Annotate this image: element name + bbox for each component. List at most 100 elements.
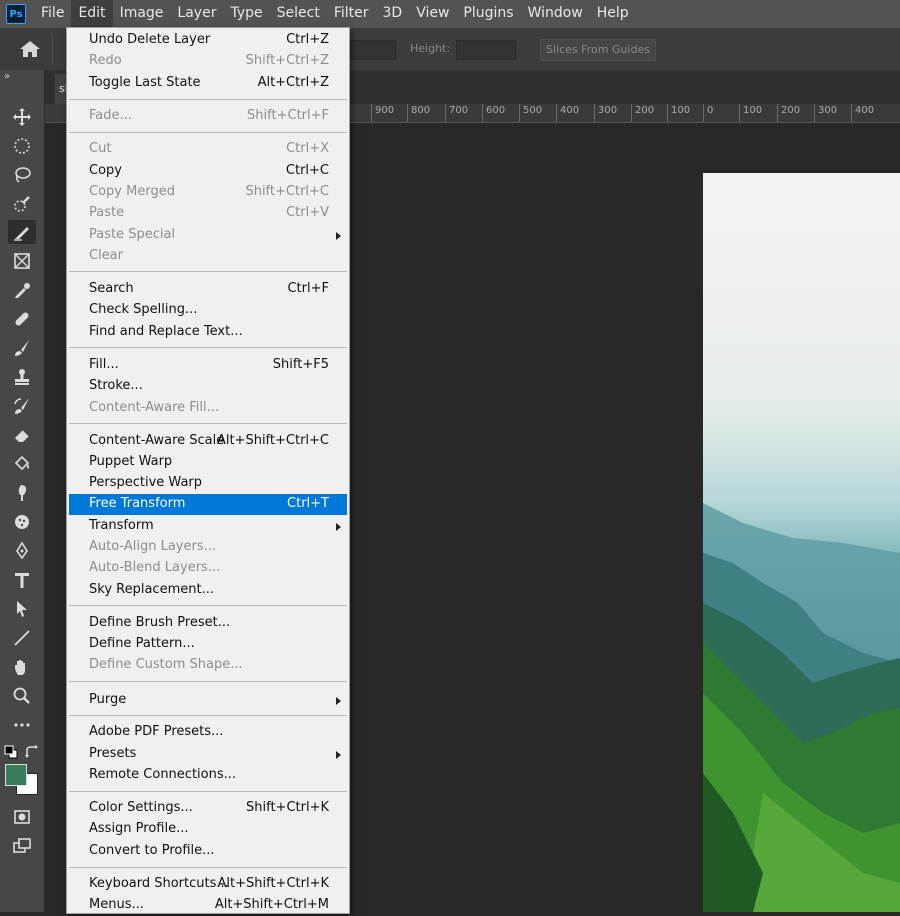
menu-item-paste-special[interactable]: Paste Special bbox=[69, 225, 347, 246]
menu-separator bbox=[69, 271, 347, 272]
menu-item-adobe-pdf-presets[interactable]: Adobe PDF Presets... bbox=[69, 722, 347, 743]
move-tool-icon[interactable] bbox=[8, 105, 36, 129]
zoom-tool-icon[interactable] bbox=[8, 684, 36, 708]
ruler-label: 300 bbox=[818, 105, 838, 116]
menu-item-redo[interactable]: Redo Shift+Ctrl+Z bbox=[69, 51, 347, 72]
menu-item-cut[interactable]: Cut Ctrl+X bbox=[69, 139, 347, 160]
home-icon[interactable] bbox=[18, 39, 42, 59]
paint-bucket-tool-icon[interactable] bbox=[8, 452, 36, 476]
path-select-tool-icon[interactable] bbox=[8, 597, 36, 621]
menu-item-color-settings[interactable]: Color Settings... Shift+Ctrl+K bbox=[69, 798, 347, 819]
menu-item-stroke[interactable]: Stroke... bbox=[69, 376, 347, 397]
slices-from-guides-button[interactable]: Slices From Guides bbox=[540, 39, 656, 61]
menu-bar: Ps File Edit Image Layer Type Select Fil… bbox=[0, 0, 900, 28]
menu-separator bbox=[69, 132, 347, 133]
healing-brush-tool-icon[interactable] bbox=[8, 307, 36, 331]
type-tool-icon[interactable] bbox=[8, 568, 36, 592]
menu-window[interactable]: Window bbox=[521, 0, 590, 28]
menu-file[interactable]: File bbox=[34, 0, 71, 28]
menu-select[interactable]: Select bbox=[270, 0, 327, 28]
menu-view[interactable]: View bbox=[409, 0, 456, 28]
menu-3d[interactable]: 3D bbox=[376, 0, 410, 28]
hand-tool-icon[interactable] bbox=[8, 655, 36, 679]
menu-item-keyboard-shortcuts[interactable]: Keyboard Shortcuts... Alt+Shift+Ctrl+K bbox=[69, 874, 347, 895]
menu-layer[interactable]: Layer bbox=[170, 0, 223, 28]
edit-menu-dropdown: Undo Delete Layer Ctrl+Z Redo Shift+Ctrl+Z… bbox=[66, 27, 350, 914]
lasso-tool-icon[interactable] bbox=[8, 163, 36, 187]
menu-item-toggle-last-state[interactable]: Toggle Last State Alt+Ctrl+Z bbox=[69, 73, 347, 94]
quick-mask-icon[interactable] bbox=[8, 805, 36, 829]
menu-item-convert-to-profile[interactable]: Convert to Profile... bbox=[69, 841, 347, 862]
menu-item-content-aware-scale[interactable]: Content-Aware Scale Alt+Shift+Ctrl+C bbox=[69, 431, 347, 452]
menu-separator bbox=[69, 605, 347, 606]
clone-stamp-tool-icon[interactable] bbox=[8, 365, 36, 389]
more-tools-icon[interactable] bbox=[8, 713, 36, 737]
ruler-label: 500 bbox=[523, 105, 543, 116]
swap-colors-icon[interactable] bbox=[24, 744, 40, 758]
menu-item-presets[interactable]: Presets bbox=[69, 744, 347, 765]
menu-item-define-pattern[interactable]: Define Pattern... bbox=[69, 634, 347, 655]
collapse-panel-icon[interactable]: » bbox=[4, 71, 10, 82]
menu-item-check-spelling[interactable]: Check Spelling... bbox=[69, 300, 347, 321]
menu-item-transform[interactable]: Transform bbox=[69, 516, 347, 537]
menu-item-menus[interactable]: Menus... Alt+Shift+Ctrl+M bbox=[69, 895, 347, 916]
menu-item-free-transform[interactable]: Free Transform Ctrl+T bbox=[69, 494, 347, 515]
menu-item-remote-connections[interactable]: Remote Connections... bbox=[69, 765, 347, 786]
menu-filter[interactable]: Filter bbox=[327, 0, 376, 28]
menu-item-search[interactable]: Search Ctrl+F bbox=[69, 279, 347, 300]
menu-item-find-and-replace-text[interactable]: Find and Replace Text... bbox=[69, 322, 347, 343]
menu-plugins[interactable]: Plugins bbox=[456, 0, 520, 28]
menu-item-auto-align-layers[interactable]: Auto-Align Layers... bbox=[69, 537, 347, 558]
line-tool-icon[interactable] bbox=[8, 626, 36, 650]
menu-item-copy-merged[interactable]: Copy Merged Shift+Ctrl+C bbox=[69, 182, 347, 203]
quick-select-tool-icon[interactable] bbox=[8, 192, 36, 216]
ruler-tick bbox=[594, 104, 595, 122]
menu-item-sky-replacement[interactable]: Sky Replacement... bbox=[69, 580, 347, 601]
height-field[interactable] bbox=[456, 40, 516, 60]
menu-item-puppet-warp[interactable]: Puppet Warp bbox=[69, 452, 347, 473]
submenu-arrow-icon bbox=[336, 232, 341, 240]
ruler-tick bbox=[631, 104, 632, 122]
ruler-tick bbox=[407, 104, 408, 122]
menu-item-fill[interactable]: Fill... Shift+F5 bbox=[69, 355, 347, 376]
ruler-label: 100 bbox=[671, 105, 691, 116]
menu-item-undo-delete-layer[interactable]: Undo Delete Layer Ctrl+Z bbox=[69, 30, 347, 51]
submenu-arrow-icon bbox=[336, 751, 341, 759]
frame-tool-icon[interactable] bbox=[8, 249, 36, 273]
menu-item-assign-profile[interactable]: Assign Profile... bbox=[69, 819, 347, 840]
menu-item-fade[interactable]: Fade... Shift+Ctrl+F bbox=[69, 106, 347, 127]
eyedropper-tool-icon[interactable] bbox=[8, 278, 36, 302]
slice-tool-icon[interactable] bbox=[8, 220, 36, 244]
eraser-tool-icon[interactable] bbox=[8, 423, 36, 447]
menu-help[interactable]: Help bbox=[590, 0, 636, 28]
foreground-color-swatch[interactable] bbox=[5, 764, 27, 786]
canvas-image[interactable] bbox=[703, 173, 900, 912]
width-field[interactable] bbox=[350, 40, 396, 60]
smudge-tool-icon[interactable] bbox=[8, 481, 36, 505]
menu-item-perspective-warp[interactable]: Perspective Warp bbox=[69, 473, 347, 494]
menu-item-copy[interactable]: Copy Ctrl+C bbox=[69, 161, 347, 182]
menu-item-purge[interactable]: Purge bbox=[69, 690, 347, 711]
menu-item-auto-blend-layers[interactable]: Auto-Blend Layers... bbox=[69, 558, 347, 579]
menu-item-paste[interactable]: Paste Ctrl+V bbox=[69, 203, 347, 224]
menu-edit[interactable]: Edit bbox=[71, 0, 113, 28]
menu-item-content-aware-fill[interactable]: Content-Aware Fill... bbox=[69, 398, 347, 419]
menu-type[interactable]: Type bbox=[223, 0, 269, 28]
ruler-tick bbox=[371, 104, 372, 122]
menu-item-clear[interactable]: Clear bbox=[69, 246, 347, 267]
ruler-tick bbox=[519, 104, 520, 122]
marquee-tool-icon[interactable] bbox=[8, 134, 36, 158]
menu-image[interactable]: Image bbox=[113, 0, 171, 28]
history-brush-tool-icon[interactable] bbox=[8, 394, 36, 418]
submenu-arrow-icon bbox=[336, 523, 341, 531]
ruler-label: 400 bbox=[560, 105, 580, 116]
brush-tool-icon[interactable] bbox=[8, 336, 36, 360]
menu-item-define-custom-shape[interactable]: Define Custom Shape... bbox=[69, 655, 347, 676]
ruler-label: 0 bbox=[707, 105, 714, 116]
ruler-label: 900 bbox=[375, 105, 395, 116]
screen-mode-icon[interactable] bbox=[8, 834, 36, 858]
pen-tool-icon[interactable] bbox=[8, 539, 36, 563]
default-colors-icon[interactable] bbox=[4, 744, 18, 759]
menu-item-define-brush-preset[interactable]: Define Brush Preset... bbox=[69, 613, 347, 634]
sponge-tool-icon[interactable] bbox=[8, 510, 36, 534]
